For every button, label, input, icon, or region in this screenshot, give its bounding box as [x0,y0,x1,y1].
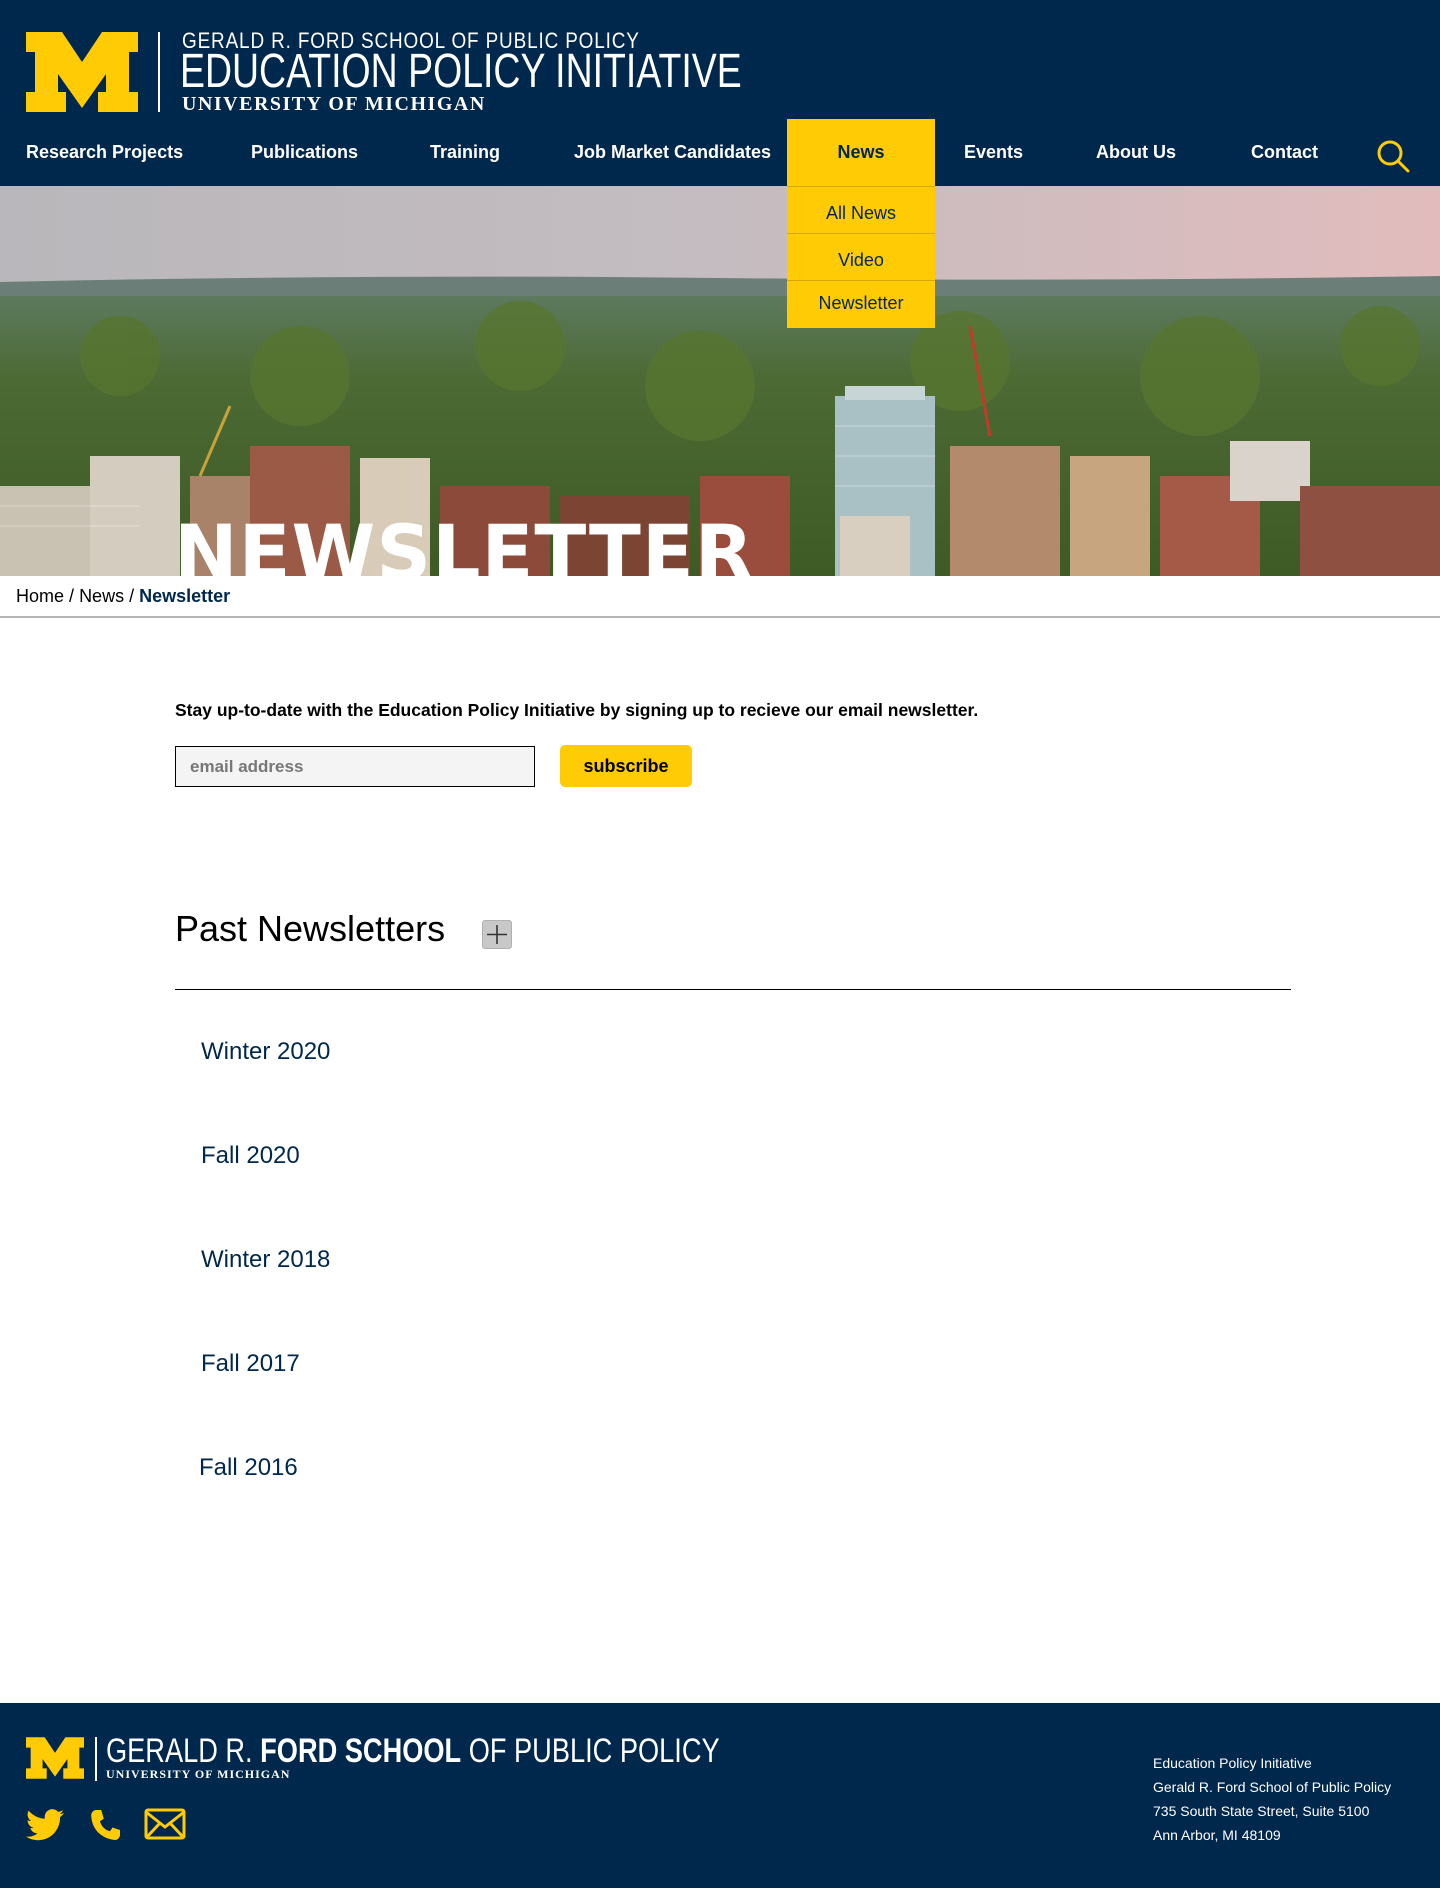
dropdown-item-newsletter[interactable]: Newsletter [787,280,935,328]
footer-address: Education Policy Initiative Gerald R. Fo… [1153,1751,1391,1847]
expand-toggle-button[interactable] [482,920,512,949]
footer-block-m-logo[interactable] [26,1737,84,1783]
footer-logo-divider [95,1737,97,1781]
breadcrumb-current: Newsletter [139,586,231,606]
newsletter-link-winter-2020[interactable]: Winter 2020 [201,1038,330,1066]
main-nav: Research Projects Publications Training … [0,119,1440,186]
breadcrumb-home[interactable]: Home [16,586,64,606]
past-newsletters-divider [175,989,1291,990]
breadcrumb-divider [0,616,1440,618]
newsletter-link-fall-2020[interactable]: Fall 2020 [201,1142,300,1170]
email-input[interactable] [175,746,535,787]
logo-university-name: UNIVERSITY OF MICHIGAN [182,93,486,115]
newsletter-link-fall-2016[interactable]: Fall 2016 [199,1454,298,1482]
dropdown-item-all-news[interactable]: All News [787,186,935,233]
newsletter-intro: Stay up-to-date with the Education Polic… [175,700,979,720]
breadcrumb: Home / News / Newsletter [16,586,230,607]
site-header: GERALD R. FORD SCHOOL OF PUBLIC POLICY E… [0,0,1440,186]
newsletter-link-fall-2017[interactable]: Fall 2017 [201,1350,300,1378]
address-line: Ann Arbor, MI 48109 [1153,1827,1281,1843]
footer-university-name: UNIVERSITY OF MICHIGAN [106,1767,291,1781]
past-newsletters-heading: Past Newsletters [175,908,446,949]
nav-research-projects[interactable]: Research Projects [26,119,183,186]
nav-events[interactable]: Events [964,119,1023,186]
logo-site-name[interactable]: EDUCATION POLICY INITIATIVE [180,48,742,96]
address-line: Education Policy Initiative [1153,1755,1312,1771]
logo-divider [158,32,160,112]
footer-logo-text[interactable]: GERALD R. FORD SCHOOL OF PUBLIC POLICY [106,1733,720,1769]
nav-contact[interactable]: Contact [1251,119,1318,186]
block-m-logo[interactable] [26,32,138,112]
address-line: Gerald R. Ford School of Public Policy [1153,1779,1392,1795]
nav-news[interactable]: News [787,119,935,186]
breadcrumb-separator: / [69,586,75,606]
phone-icon[interactable] [90,1808,120,1846]
twitter-icon[interactable] [26,1808,64,1846]
site-footer: GERALD R. FORD SCHOOL OF PUBLIC POLICY U… [0,1703,1440,1888]
nav-publications[interactable]: Publications [251,119,358,186]
nav-training[interactable]: Training [430,119,500,186]
plus-icon [487,925,507,944]
news-dropdown-menu: All News Video Newsletter [787,186,935,328]
subscribe-button[interactable]: subscribe [560,745,692,787]
email-icon[interactable] [144,1808,186,1844]
search-icon[interactable] [1376,139,1410,173]
breadcrumb-separator: / [129,586,135,606]
page-title: NEWSLETTER [174,508,755,576]
address-line: 735 South State Street, Suite 5100 [1153,1803,1370,1819]
dropdown-item-video[interactable]: Video [787,233,935,280]
newsletter-link-winter-2018[interactable]: Winter 2018 [201,1246,330,1274]
nav-job-market-candidates[interactable]: Job Market Candidates [574,119,771,186]
nav-about-us[interactable]: About Us [1096,119,1176,186]
breadcrumb-news[interactable]: News [79,586,124,606]
